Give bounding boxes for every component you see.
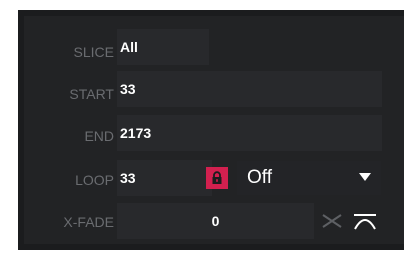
end-label: END [84,128,114,144]
xfade-curve-icon[interactable] [352,209,378,231]
xfade-linear-icon[interactable] [321,209,345,229]
dropdown-arrow-icon [359,173,371,181]
xfade-field[interactable]: 0 [117,203,314,239]
sample-edit-panel: SLICE All START 33 END 2173 LOOP 33 Off … [18,10,404,250]
loop-mode-value: Off [247,167,272,188]
start-field[interactable]: 33 [117,71,382,107]
loop-lock-button[interactable] [206,167,228,189]
slice-field[interactable]: All [117,29,209,65]
end-field[interactable]: 2173 [117,115,382,151]
lock-icon [212,171,222,184]
slice-label: SLICE [73,44,114,60]
xfade-label: X-FADE [63,214,114,230]
loop-label: LOOP [75,172,114,188]
loop-mode-dropdown[interactable]: Off [237,161,381,195]
start-label: START [69,86,114,102]
loop-field[interactable]: 33 [117,160,212,196]
